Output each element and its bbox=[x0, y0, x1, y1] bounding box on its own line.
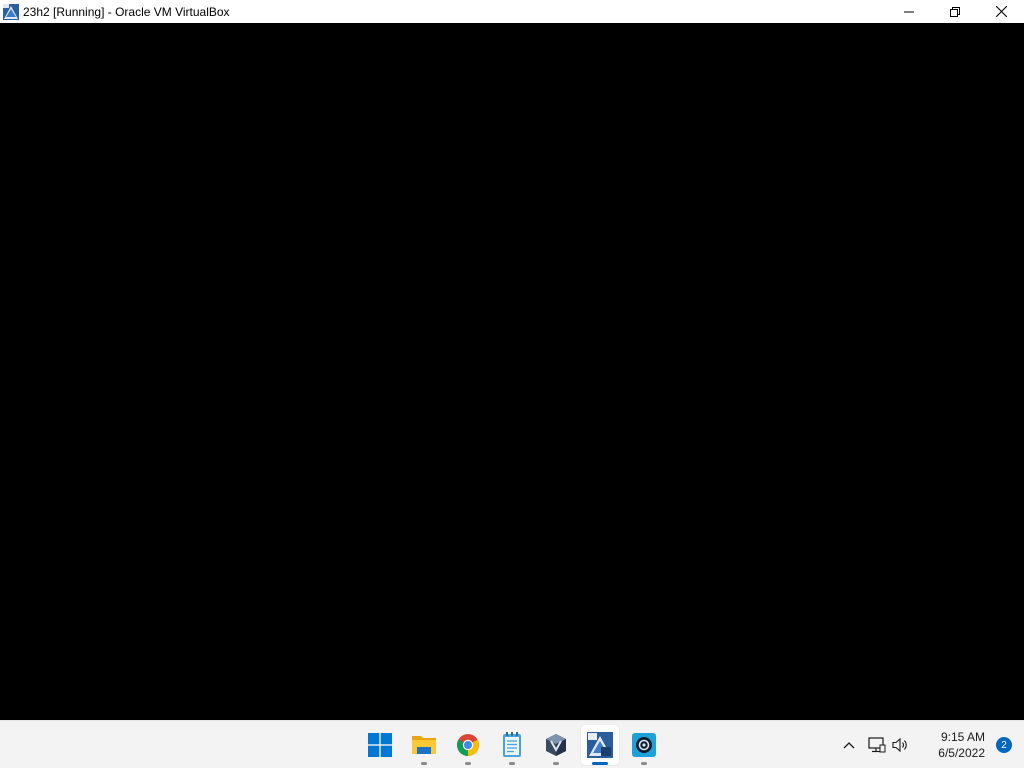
system-tray: 9:15 AM 6/5/2022 2 bbox=[837, 721, 1024, 768]
window-title: 23h2 [Running] - Oracle VM VirtualBox bbox=[23, 4, 230, 19]
notepad-icon bbox=[503, 732, 521, 757]
show-hidden-icons-button[interactable] bbox=[837, 721, 861, 768]
volume-icon bbox=[892, 737, 907, 753]
taskbar-app-settings[interactable] bbox=[622, 721, 666, 768]
window-titlebar[interactable]: 23h2 [Running] - Oracle VM VirtualBox bbox=[0, 0, 1024, 23]
restore-icon bbox=[950, 6, 960, 17]
virtualbox-icon bbox=[546, 734, 566, 756]
taskbar-app-notepad[interactable] bbox=[490, 721, 534, 768]
clock-date: 6/5/2022 bbox=[938, 746, 985, 760]
taskbar-app-virtualbox-vm[interactable] bbox=[578, 721, 622, 768]
window-controls bbox=[886, 0, 1024, 23]
minimize-button[interactable] bbox=[886, 0, 932, 23]
active-indicator bbox=[592, 762, 608, 765]
running-indicator bbox=[421, 762, 427, 765]
close-button[interactable] bbox=[978, 0, 1024, 23]
start-button[interactable] bbox=[358, 721, 402, 768]
volume-button[interactable] bbox=[889, 721, 913, 768]
virtualbox-vm-icon[interactable] bbox=[3, 3, 19, 20]
taskbar-app-file-explorer[interactable] bbox=[402, 721, 446, 768]
network-button[interactable] bbox=[865, 721, 889, 768]
running-indicator bbox=[465, 762, 471, 765]
taskbar: 9:15 AM 6/5/2022 2 bbox=[0, 720, 1024, 768]
chevron-up-icon bbox=[843, 742, 855, 749]
minimize-icon bbox=[904, 11, 914, 12]
taskbar-app-virtualbox[interactable] bbox=[534, 721, 578, 768]
running-indicator bbox=[553, 762, 559, 765]
running-indicator bbox=[509, 762, 515, 765]
virtualbox-vm-icon bbox=[587, 732, 613, 758]
chrome-icon bbox=[457, 734, 479, 756]
network-icon bbox=[868, 737, 886, 753]
close-icon bbox=[995, 6, 1007, 17]
clock-time: 9:15 AM bbox=[940, 730, 985, 744]
gear-app-icon bbox=[632, 733, 656, 757]
folder-icon bbox=[412, 736, 436, 754]
clock[interactable]: 9:15 AM 6/5/2022 bbox=[923, 729, 985, 761]
windows-start-icon bbox=[368, 733, 392, 757]
restore-button[interactable] bbox=[932, 0, 978, 23]
vm-display[interactable] bbox=[0, 23, 1024, 720]
taskbar-app-chrome[interactable] bbox=[446, 721, 490, 768]
notification-badge[interactable]: 2 bbox=[996, 737, 1012, 753]
taskbar-apps bbox=[358, 721, 666, 768]
running-indicator bbox=[641, 762, 647, 765]
